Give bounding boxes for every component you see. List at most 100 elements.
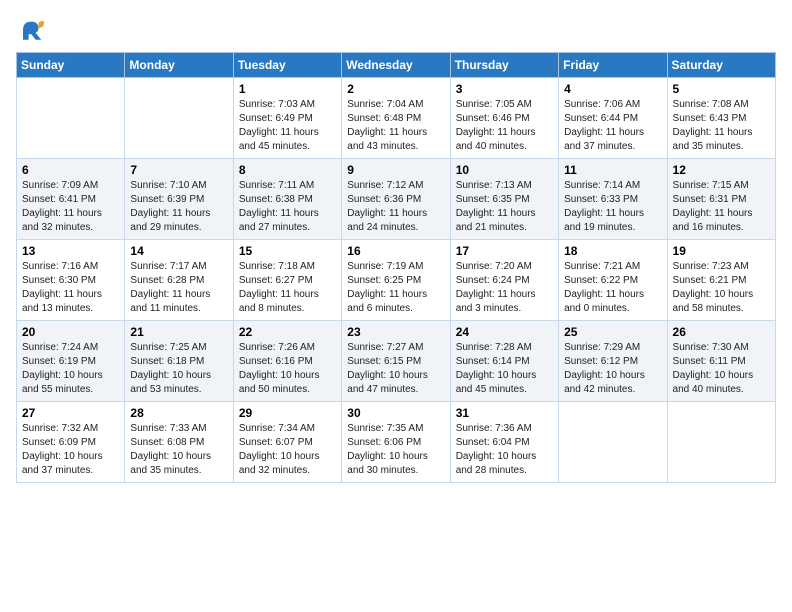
day-number: 9 <box>347 163 444 177</box>
day-number: 5 <box>673 82 770 96</box>
day-info: Sunrise: 7:16 AM Sunset: 6:30 PM Dayligh… <box>22 260 119 316</box>
calendar-cell: 23Sunrise: 7:27 AM Sunset: 6:15 PM Dayli… <box>342 321 450 402</box>
day-info: Sunrise: 7:05 AM Sunset: 6:46 PM Dayligh… <box>456 98 553 154</box>
day-number: 3 <box>456 82 553 96</box>
calendar-cell: 21 Sunrise: 7:25 AM Sunset: 6:18 PM Dayli… <box>125 321 233 402</box>
day-number: 19 <box>673 244 770 258</box>
calendar-week-row: 20Sunrise: 7:24 AM Sunset: 6:19 PM Dayli… <box>17 321 776 402</box>
day-info: Sunrise: 7:27 AM Sunset: 6:15 PM Dayligh… <box>347 341 444 397</box>
day-number: 11 <box>564 163 661 177</box>
day-info: Sunrise: 7:11 AM Sunset: 6:38 PM Dayligh… <box>239 179 336 235</box>
calendar-week-row: 27 Sunrise: 7:32 AM Sunset: 6:09 PM Dayli… <box>17 402 776 483</box>
day-info: Sunrise: 7:20 AM Sunset: 6:24 PM Dayligh… <box>456 260 553 316</box>
day-info: Sunrise: 7:33 AM Sunset: 6:08 PM Dayligh… <box>130 422 227 478</box>
day-info: Sunrise: 7:21 AM Sunset: 6:22 PM Dayligh… <box>564 260 661 316</box>
day-info: Sunrise: 7:04 AM Sunset: 6:48 PM Dayligh… <box>347 98 444 154</box>
calendar-cell: 22Sunrise: 7:26 AM Sunset: 6:16 PM Dayli… <box>233 321 341 402</box>
calendar-cell <box>667 402 775 483</box>
calendar-cell: 27 Sunrise: 7:32 AM Sunset: 6:09 PM Dayli… <box>17 402 125 483</box>
calendar-cell: 20Sunrise: 7:24 AM Sunset: 6:19 PM Dayli… <box>17 321 125 402</box>
calendar-cell <box>559 402 667 483</box>
day-info: Sunrise: 7:15 AM Sunset: 6:31 PM Dayligh… <box>673 179 770 235</box>
day-of-week-header: Friday <box>559 53 667 78</box>
day-info: Sunrise: 7:19 AM Sunset: 6:25 PM Dayligh… <box>347 260 444 316</box>
day-info: Sunrise: 7:18 AM Sunset: 6:27 PM Dayligh… <box>239 260 336 316</box>
day-number: 27 <box>22 406 119 420</box>
calendar-cell: 10 Sunrise: 7:13 AM Sunset: 6:35 PM Dayli… <box>450 159 558 240</box>
day-number: 1 <box>239 82 336 96</box>
day-info: Sunrise: 7:28 AM Sunset: 6:14 PM Dayligh… <box>456 341 553 397</box>
calendar-cell: 1 Sunrise: 7:03 AM Sunset: 6:49 PM Daylig… <box>233 78 341 159</box>
day-info: Sunrise: 7:30 AM Sunset: 6:11 PM Dayligh… <box>673 341 770 397</box>
day-number: 21 <box>130 325 227 339</box>
day-info: Sunrise: 7:17 AM Sunset: 6:28 PM Dayligh… <box>130 260 227 316</box>
calendar-week-row: 1 Sunrise: 7:03 AM Sunset: 6:49 PM Daylig… <box>17 78 776 159</box>
calendar-week-row: 6 Sunrise: 7:09 AM Sunset: 6:41 PM Daylig… <box>17 159 776 240</box>
day-of-week-header: Monday <box>125 53 233 78</box>
day-info: Sunrise: 7:12 AM Sunset: 6:36 PM Dayligh… <box>347 179 444 235</box>
day-info: Sunrise: 7:10 AM Sunset: 6:39 PM Dayligh… <box>130 179 227 235</box>
calendar-cell: 11 Sunrise: 7:14 AM Sunset: 6:33 PM Dayli… <box>559 159 667 240</box>
day-number: 4 <box>564 82 661 96</box>
calendar-cell: 29Sunrise: 7:34 AM Sunset: 6:07 PM Dayli… <box>233 402 341 483</box>
calendar-cell: 15Sunrise: 7:18 AM Sunset: 6:27 PM Dayli… <box>233 240 341 321</box>
calendar-cell: 26 Sunrise: 7:30 AM Sunset: 6:11 PM Dayli… <box>667 321 775 402</box>
calendar-cell: 18 Sunrise: 7:21 AM Sunset: 6:22 PM Dayli… <box>559 240 667 321</box>
calendar-cell: 2 Sunrise: 7:04 AM Sunset: 6:48 PM Daylig… <box>342 78 450 159</box>
day-number: 24 <box>456 325 553 339</box>
day-of-week-header: Wednesday <box>342 53 450 78</box>
calendar-cell: 30 Sunrise: 7:35 AM Sunset: 6:06 PM Dayli… <box>342 402 450 483</box>
calendar-cell: 24 Sunrise: 7:28 AM Sunset: 6:14 PM Dayli… <box>450 321 558 402</box>
day-number: 6 <box>22 163 119 177</box>
day-info: Sunrise: 7:13 AM Sunset: 6:35 PM Dayligh… <box>456 179 553 235</box>
day-info: Sunrise: 7:08 AM Sunset: 6:43 PM Dayligh… <box>673 98 770 154</box>
day-info: Sunrise: 7:36 AM Sunset: 6:04 PM Dayligh… <box>456 422 553 478</box>
day-number: 18 <box>564 244 661 258</box>
day-info: Sunrise: 7:09 AM Sunset: 6:41 PM Dayligh… <box>22 179 119 235</box>
day-info: Sunrise: 7:14 AM Sunset: 6:33 PM Dayligh… <box>564 179 661 235</box>
day-number: 31 <box>456 406 553 420</box>
day-of-week-header: Sunday <box>17 53 125 78</box>
page-header <box>16 16 776 44</box>
day-info: Sunrise: 7:29 AM Sunset: 6:12 PM Dayligh… <box>564 341 661 397</box>
calendar-cell: 19 Sunrise: 7:23 AM Sunset: 6:21 PM Dayli… <box>667 240 775 321</box>
day-info: Sunrise: 7:35 AM Sunset: 6:06 PM Dayligh… <box>347 422 444 478</box>
logo-icon <box>16 16 44 44</box>
calendar-week-row: 13 Sunrise: 7:16 AM Sunset: 6:30 PM Dayli… <box>17 240 776 321</box>
day-number: 28 <box>130 406 227 420</box>
day-number: 17 <box>456 244 553 258</box>
day-of-week-header: Thursday <box>450 53 558 78</box>
calendar-cell: 25 Sunrise: 7:29 AM Sunset: 6:12 PM Dayli… <box>559 321 667 402</box>
day-number: 10 <box>456 163 553 177</box>
calendar-cell: 8 Sunrise: 7:11 AM Sunset: 6:38 PM Daylig… <box>233 159 341 240</box>
day-number: 22 <box>239 325 336 339</box>
day-number: 16 <box>347 244 444 258</box>
calendar-cell <box>17 78 125 159</box>
day-info: Sunrise: 7:06 AM Sunset: 6:44 PM Dayligh… <box>564 98 661 154</box>
day-info: Sunrise: 7:03 AM Sunset: 6:49 PM Dayligh… <box>239 98 336 154</box>
day-number: 30 <box>347 406 444 420</box>
calendar-cell: 3 Sunrise: 7:05 AM Sunset: 6:46 PM Daylig… <box>450 78 558 159</box>
day-of-week-header: Tuesday <box>233 53 341 78</box>
day-number: 25 <box>564 325 661 339</box>
day-of-week-header: Saturday <box>667 53 775 78</box>
calendar-cell: 31 Sunrise: 7:36 AM Sunset: 6:04 PM Dayli… <box>450 402 558 483</box>
day-number: 26 <box>673 325 770 339</box>
day-info: Sunrise: 7:25 AM Sunset: 6:18 PM Dayligh… <box>130 341 227 397</box>
calendar-cell: 7 Sunrise: 7:10 AM Sunset: 6:39 PM Daylig… <box>125 159 233 240</box>
day-number: 8 <box>239 163 336 177</box>
day-number: 7 <box>130 163 227 177</box>
calendar-cell <box>125 78 233 159</box>
calendar-cell: 5 Sunrise: 7:08 AM Sunset: 6:43 PM Daylig… <box>667 78 775 159</box>
day-info: Sunrise: 7:32 AM Sunset: 6:09 PM Dayligh… <box>22 422 119 478</box>
day-number: 2 <box>347 82 444 96</box>
calendar-cell: 28 Sunrise: 7:33 AM Sunset: 6:08 PM Dayli… <box>125 402 233 483</box>
calendar-table: SundayMondayTuesdayWednesdayThursdayFrid… <box>16 52 776 483</box>
day-number: 13 <box>22 244 119 258</box>
day-info: Sunrise: 7:23 AM Sunset: 6:21 PM Dayligh… <box>673 260 770 316</box>
calendar-cell: 17 Sunrise: 7:20 AM Sunset: 6:24 PM Dayli… <box>450 240 558 321</box>
day-info: Sunrise: 7:24 AM Sunset: 6:19 PM Dayligh… <box>22 341 119 397</box>
calendar-cell: 12Sunrise: 7:15 AM Sunset: 6:31 PM Dayli… <box>667 159 775 240</box>
calendar-cell: 14Sunrise: 7:17 AM Sunset: 6:28 PM Dayli… <box>125 240 233 321</box>
day-info: Sunrise: 7:34 AM Sunset: 6:07 PM Dayligh… <box>239 422 336 478</box>
